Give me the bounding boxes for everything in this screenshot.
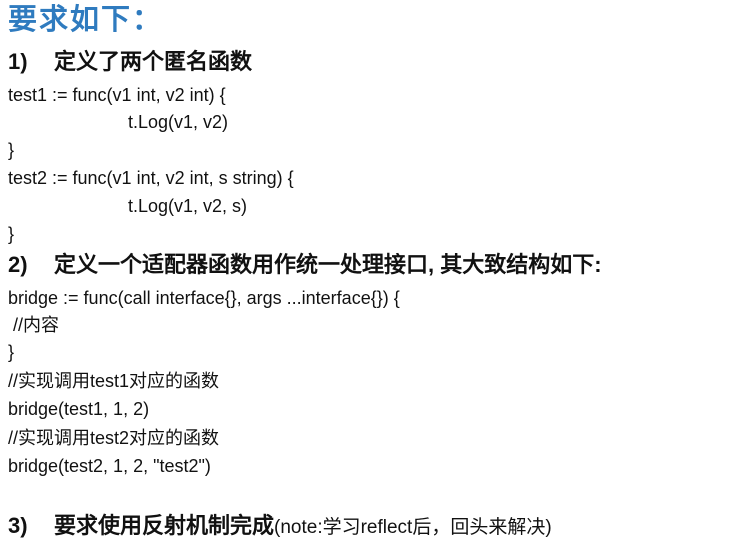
code-line: bridge := func(call interface{}, args ..…: [8, 288, 400, 308]
code-line: }: [8, 140, 15, 160]
code-line: //实现调用test1对应的函数: [8, 371, 220, 391]
code-line: //内容: [8, 315, 60, 335]
section-number: 2): [8, 252, 28, 277]
code-line: bridge(test1, 1, 2): [8, 399, 150, 419]
code-line: }: [8, 224, 15, 244]
code-line: t.Log(v1, v2): [128, 112, 229, 132]
section-3-heading: 3) 要求使用反射机制完成(note:学习reflect后，回头来解决): [8, 513, 552, 538]
section-text: 要求使用反射机制完成: [54, 513, 275, 538]
code-line: //实现调用test2对应的函数: [8, 428, 220, 448]
code-line: bridge(test2, 1, 2, "test2"): [8, 456, 211, 476]
code-line: test1 := func(v1 int, v2 int) {: [8, 85, 226, 105]
code-line: test2 := func(v1 int, v2 int, s string) …: [8, 168, 294, 188]
section-text: 定义一个适配器函数用作统一处理接口, 其大致结构如下:: [54, 252, 602, 277]
section-number: 1): [8, 49, 28, 74]
section-note: (note:学习reflect后，回头来解决): [274, 517, 552, 538]
section-text: 定义了两个匿名函数: [54, 49, 253, 74]
page-title: 要求如下：: [8, 4, 164, 36]
code-line: }: [8, 342, 15, 362]
section-2-heading: 2) 定义一个适配器函数用作统一处理接口, 其大致结构如下:: [8, 254, 602, 276]
section-1-heading: 1) 定义了两个匿名函数: [8, 51, 252, 73]
code-line: t.Log(v1, v2, s): [128, 196, 248, 216]
section-number: 3): [8, 513, 28, 538]
